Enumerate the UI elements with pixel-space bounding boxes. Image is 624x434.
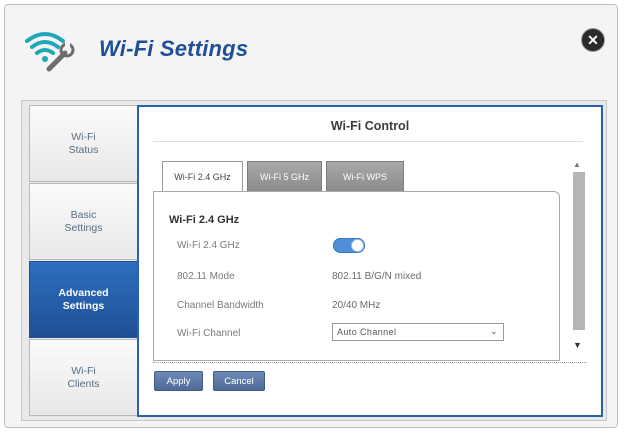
wifi-enable-toggle[interactable] — [333, 238, 365, 253]
nav-item-label-line2: Settings — [64, 221, 103, 234]
tab-wifi-wps[interactable]: Wi-Fi WPS — [326, 161, 404, 191]
nav-item-label-line2: Clients — [67, 377, 100, 390]
nav-item-label: Basic Settings — [65, 209, 103, 235]
channel-select[interactable]: Auto Channel ⌄ — [332, 323, 504, 341]
wifi-control-panel: Wi-Fi Control Wi-Fi 2.4 GHz Wi-Fi 5 GHz … — [137, 105, 603, 417]
section-title: Wi-Fi 2.4 GHz — [169, 214, 240, 226]
nav-item-basic-settings[interactable]: Basic Settings — [29, 183, 138, 260]
nav-item-label-line1: Wi-Fi — [71, 364, 96, 377]
wifi-enable-label: Wi-Fi 2.4 GHz — [177, 240, 240, 251]
channel-select-value: Auto Channel — [337, 327, 397, 337]
nav-item-label-line1: Basic — [70, 208, 97, 221]
mode-label: 802.11 Mode — [177, 271, 235, 282]
nav-item-label-line1: Advanced — [58, 286, 109, 299]
apply-button[interactable]: Apply — [154, 371, 203, 391]
page-title: Wi-Fi Settings — [99, 36, 249, 61]
mode-value: 802.11 B/G/N mixed — [332, 271, 422, 282]
content-scrollbar[interactable]: ▲ ▼ — [570, 160, 586, 358]
nav-item-label-line2: Status — [68, 143, 99, 156]
close-button[interactable]: ✕ — [582, 29, 604, 51]
scroll-down-arrow-icon[interactable]: ▼ — [573, 340, 582, 350]
settings-body: Wi-Fi Status Basic Settings Advanced Settin… — [21, 100, 607, 421]
title-divider — [153, 141, 583, 142]
wifi-wrench-icon — [21, 25, 77, 77]
scroll-thumb[interactable] — [573, 172, 585, 330]
bandwidth-value: 20/40 MHz — [332, 300, 381, 311]
button-divider — [153, 362, 587, 363]
nav-item-label: Advanced Settings — [58, 287, 108, 313]
nav-item-label-line2: Settings — [62, 299, 105, 312]
close-icon: ✕ — [587, 31, 599, 48]
channel-label: Wi-Fi Channel — [177, 328, 241, 339]
cancel-button[interactable]: Cancel — [213, 371, 265, 391]
panel-title: Wi-Fi Control — [330, 119, 410, 133]
tab-content: Wi-Fi 2.4 GHz Wi-Fi 2.4 GHz 802.11 Mode … — [153, 191, 560, 361]
toggle-knob — [351, 239, 364, 252]
scroll-up-arrow-icon[interactable]: ▲ — [573, 160, 581, 169]
chevron-down-icon: ⌄ — [490, 326, 498, 336]
nav-item-label-line1: Wi-Fi — [71, 130, 96, 143]
window-header: Wi-Fi Settings ✕ — [5, 5, 617, 95]
nav-item-wifi-status[interactable]: Wi-Fi Status — [29, 105, 138, 182]
tab-wifi-5ghz[interactable]: Wi-Fi 5 GHz — [247, 161, 322, 191]
wifi-settings-window: Wi-Fi Settings ✕ Wi-Fi Status Basic Settin… — [4, 4, 618, 428]
side-nav: Wi-Fi Status Basic Settings Advanced Settin… — [29, 105, 138, 417]
tab-wifi-2-4ghz[interactable]: Wi-Fi 2.4 GHz — [162, 161, 243, 192]
bandwidth-label: Channel Bandwidth — [177, 300, 264, 311]
nav-item-label: Wi-Fi Status — [69, 131, 99, 157]
nav-item-label: Wi-Fi Clients — [67, 365, 99, 391]
nav-item-wifi-clients[interactable]: Wi-Fi Clients — [29, 339, 138, 416]
nav-item-advanced-settings[interactable]: Advanced Settings — [29, 261, 138, 338]
